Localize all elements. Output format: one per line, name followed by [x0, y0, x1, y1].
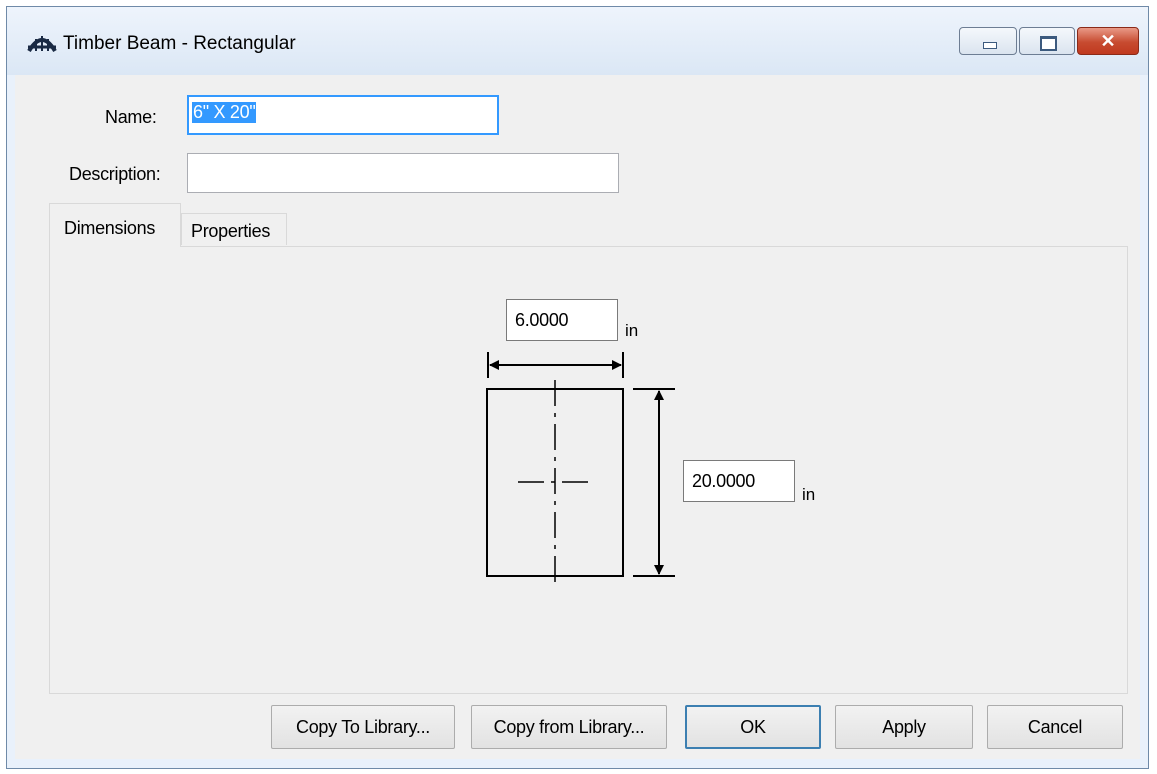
dimensions-panel: 6.0000 in 20.0000 in: [49, 246, 1128, 694]
width-input[interactable]: 6.0000: [506, 299, 618, 341]
name-field-value: 6" X 20": [192, 102, 257, 123]
depth-dimension-arrow: [633, 388, 675, 577]
window-title: Timber Beam - Rectangular: [63, 33, 296, 54]
name-label: Name:: [105, 107, 157, 127]
depth-unit-label: in: [802, 485, 816, 504]
width-dimension-arrow: [487, 352, 624, 378]
ok-button[interactable]: OK: [685, 705, 821, 749]
maximize-icon: [1040, 36, 1057, 51]
copy-to-library-button[interactable]: Copy To Library...: [271, 705, 455, 749]
close-icon: ✕: [1100, 31, 1116, 51]
tab-properties[interactable]: Properties: [181, 213, 287, 245]
minimize-icon: [983, 42, 997, 49]
width-unit-label: in: [625, 321, 639, 340]
centerline: [518, 380, 595, 587]
apply-button[interactable]: Apply: [835, 705, 973, 749]
close-button[interactable]: ✕: [1077, 27, 1139, 55]
description-label: Description:: [69, 164, 161, 184]
cancel-button[interactable]: Cancel: [987, 705, 1123, 749]
maximize-button[interactable]: [1019, 27, 1075, 55]
depth-input[interactable]: 20.0000: [683, 460, 795, 502]
name-field[interactable]: 6" X 20": [187, 95, 499, 135]
bridge-icon: [27, 36, 57, 53]
copy-from-library-button[interactable]: Copy from Library...: [471, 705, 667, 749]
minimize-button[interactable]: [959, 27, 1017, 55]
title-bar[interactable]: Timber Beam - Rectangular ✕: [7, 7, 1148, 75]
dialog-window: Timber Beam - Rectangular ✕ Name: 6" X 2…: [6, 6, 1149, 769]
description-field[interactable]: [187, 153, 619, 193]
dialog-body: Name: 6" X 20" Description: Dimensions P…: [15, 75, 1140, 759]
tab-dimensions[interactable]: Dimensions: [49, 203, 181, 247]
